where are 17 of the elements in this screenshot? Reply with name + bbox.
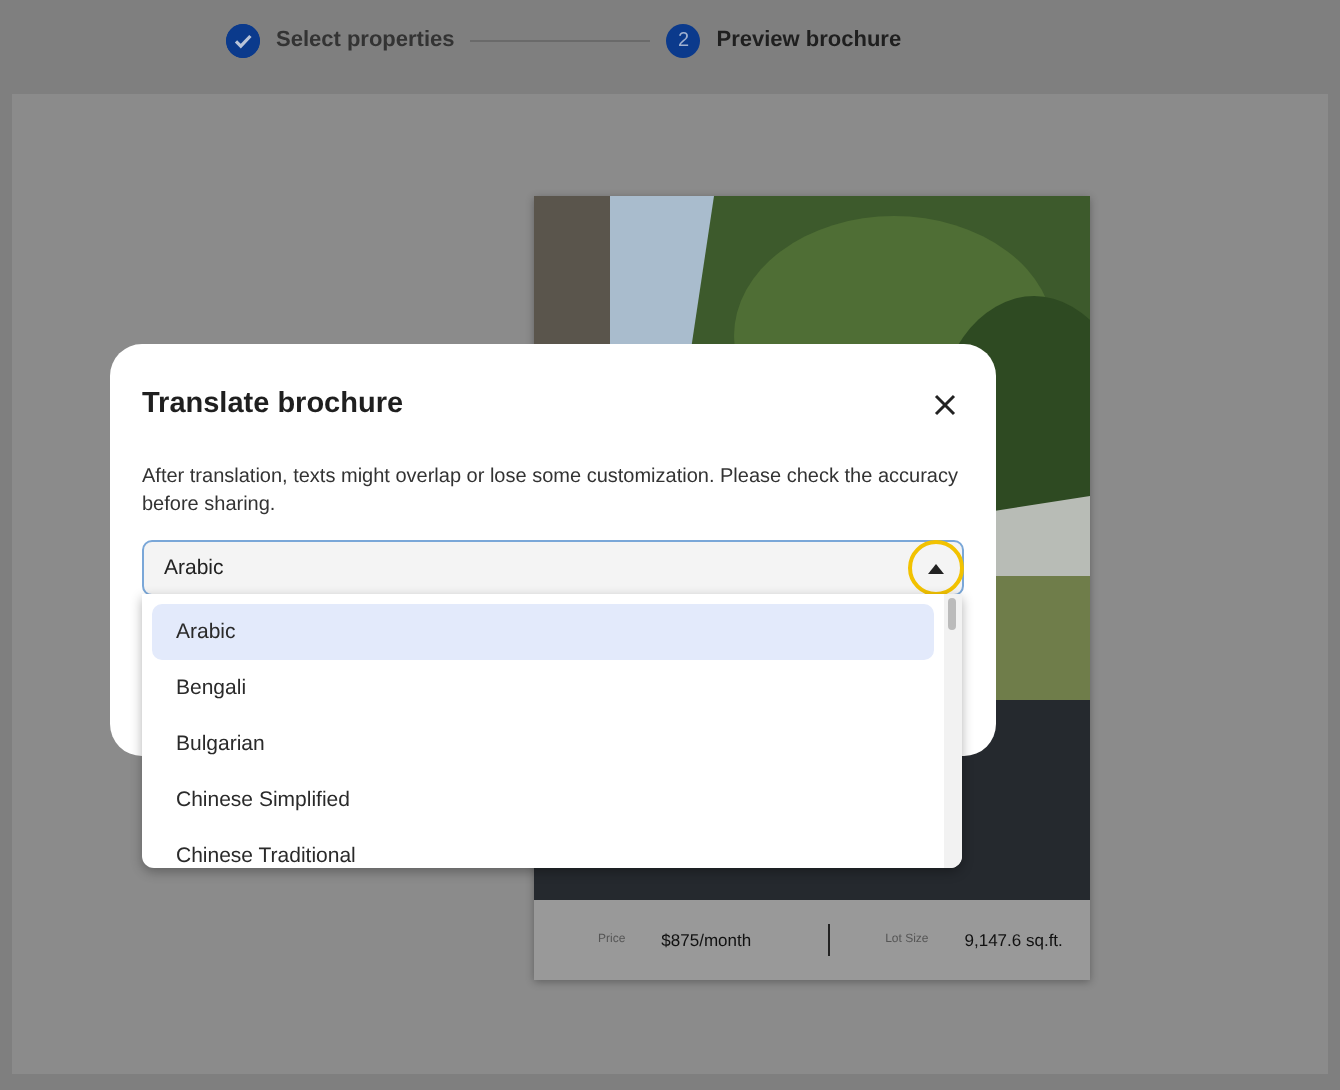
step-number: 2: [666, 23, 701, 57]
dropdown-option[interactable]: Chinese Traditional: [152, 828, 934, 868]
close-icon: [933, 393, 955, 415]
dropdown-option[interactable]: Bulgarian: [152, 716, 934, 772]
dialog-title: Translate brochure: [142, 388, 404, 420]
language-select[interactable]: Arabic: [142, 540, 964, 596]
scrollbar[interactable]: [944, 594, 962, 868]
dropdown-option[interactable]: Arabic: [152, 604, 934, 660]
step-label: Select properties: [276, 28, 455, 52]
stat-value: 9,147.6 sq.ft.: [964, 930, 1063, 950]
stat-value: $875/month: [661, 930, 752, 950]
select-value: Arabic: [164, 556, 224, 580]
caret-icon: [928, 563, 944, 573]
dropdown-option[interactable]: Chinese Simplified: [152, 772, 934, 828]
dropdown-option[interactable]: Bengali: [152, 660, 934, 716]
step-label: Preview brochure: [716, 28, 902, 52]
dialog-message: After translation, texts might overlap or lose some customization. Please check the accuracy before sharing.: [142, 464, 960, 520]
